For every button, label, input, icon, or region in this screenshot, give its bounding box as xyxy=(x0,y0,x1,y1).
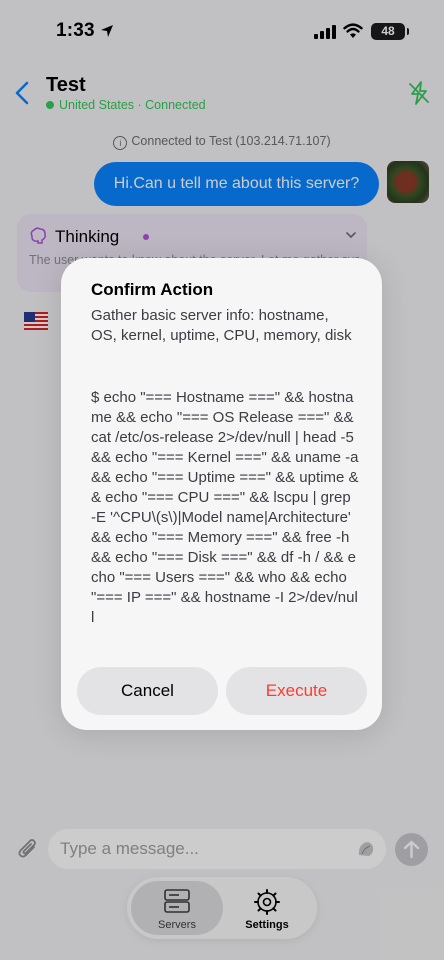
dialog-title: Confirm Action xyxy=(91,280,214,299)
dialog-command: $ echo "=== Hostname ===" && hostname &&… xyxy=(91,389,359,626)
dialog-description: Gather basic server info: hostname, OS, … xyxy=(91,307,352,344)
confirm-dialog: Confirm Action Gather basic server info:… xyxy=(61,258,382,730)
cancel-button[interactable]: Cancel xyxy=(77,667,218,715)
execute-button[interactable]: Execute xyxy=(226,667,367,715)
